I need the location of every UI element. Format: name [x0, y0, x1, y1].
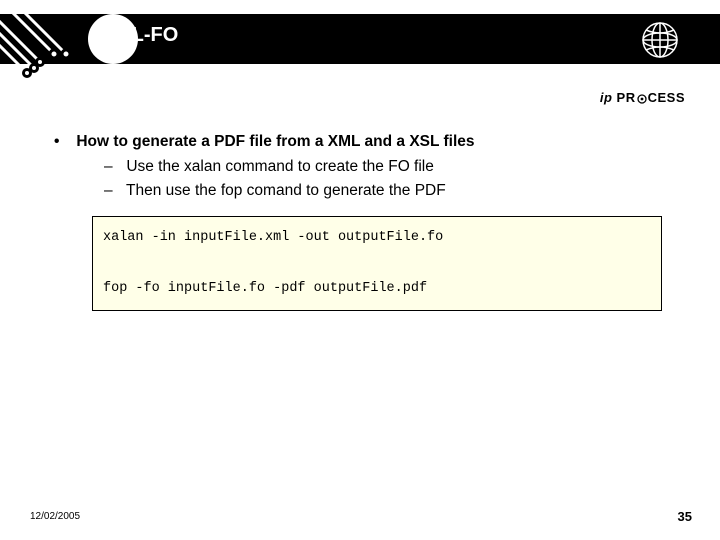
main-bullet-text: How to generate a PDF file from a XML an…	[76, 133, 474, 150]
sub-bullet: Then use the fop comand to generate the …	[104, 179, 672, 202]
footer-date: 12/02/2005	[30, 511, 80, 522]
globe-logo-icon	[638, 18, 682, 62]
sub-bullet: Use the xalan command to create the FO f…	[104, 155, 672, 178]
main-bullet: How to generate a PDF file from a XML an…	[52, 130, 672, 153]
code-block: xalan -in inputFile.xml -out outputFile.…	[92, 216, 662, 311]
footer-page-number: 35	[678, 509, 692, 524]
slide-content: How to generate a PDF file from a XML an…	[52, 130, 672, 311]
slide-title: XSL-FO	[105, 24, 178, 47]
brand-logo: ip PRCESS	[600, 90, 685, 105]
sub-bullet-text: Then use the fop comand to generate the …	[126, 182, 446, 199]
sub-bullet-text: Use the xalan command to create the FO f…	[126, 158, 434, 175]
header-curve-mask	[0, 14, 88, 64]
gear-icon	[637, 94, 647, 104]
